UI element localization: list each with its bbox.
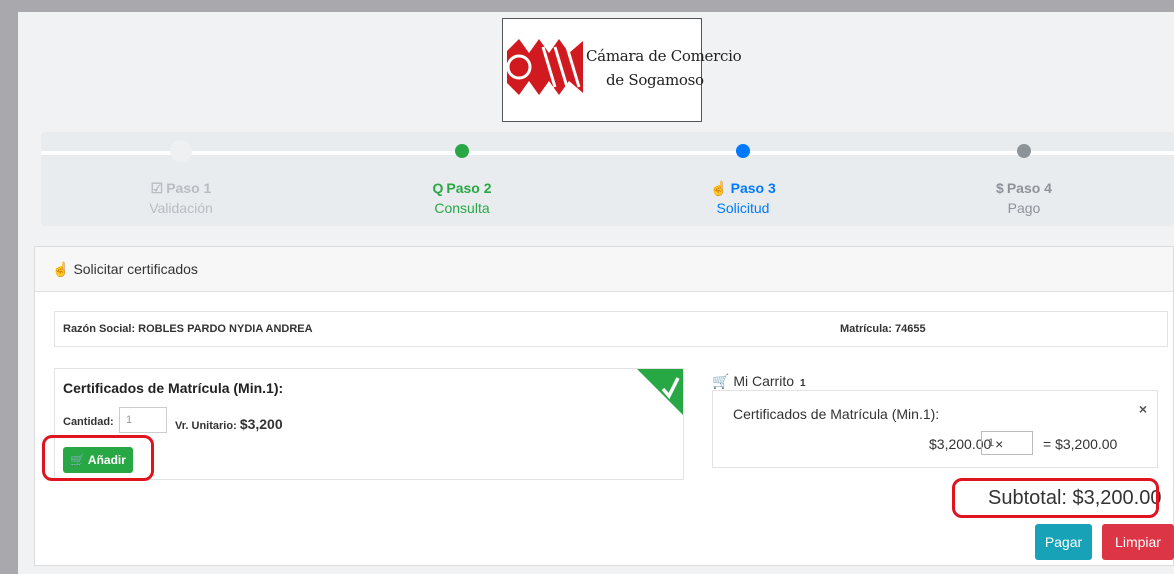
search-icon: Q xyxy=(432,180,444,196)
cart-label: Mi Carrito xyxy=(733,373,794,389)
cart-icon: 🛒 xyxy=(70,453,86,467)
quantity-label: Cantidad: xyxy=(63,416,114,428)
step-1-title: Paso 1 xyxy=(166,180,212,196)
app-window: Cámara de Comercio de Sogamoso ☑ Paso 1 V… xyxy=(18,12,1174,574)
card-title: Solicitar certificados xyxy=(73,261,198,277)
step-3-subtitle: Solicitud xyxy=(716,200,770,216)
logo-emblem-icon xyxy=(506,39,583,95)
progress-stepper: ☑ Paso 1 Validación Q Paso 2 Consulta ☝ Pas… xyxy=(41,132,1174,226)
cart-item-total: = $3,200.00 xyxy=(1043,436,1118,452)
step-3-title: Paso 3 xyxy=(730,180,776,196)
stepper-track xyxy=(41,151,1174,155)
cart-count: 1 xyxy=(800,378,806,389)
pay-button[interactable]: Pagar xyxy=(1035,524,1092,560)
logo-line-1: Cámara de Comercio xyxy=(586,47,742,65)
product-title: Certificados de Matrícula (Min.1): xyxy=(63,380,284,396)
unit-price-value: $3,200 xyxy=(239,416,283,432)
check-square-icon: ☑ xyxy=(150,180,164,196)
cart-quantity-input[interactable]: 1 xyxy=(981,431,1033,455)
quantity-input[interactable]: 1 xyxy=(119,407,167,433)
add-to-cart-button[interactable]: 🛒 Añadir xyxy=(63,447,133,473)
subtotal: Subtotal: $3,200.00 xyxy=(988,487,1162,509)
company-info: Razón Social: ROBLES PARDO NYDIA ANDREA … xyxy=(54,311,1168,347)
card-header: ☝ Solicitar certificados xyxy=(35,247,1173,292)
cart-heading: 🛒 Mi Carrito 1 xyxy=(712,373,806,390)
step-1-subtitle: Validación xyxy=(149,200,213,216)
product-panel: Certificados de Matrícula (Min.1): Canti… xyxy=(54,368,684,480)
logo-line-2: de Sogamoso xyxy=(606,71,704,89)
step-1-dot xyxy=(170,140,192,162)
hand-pointer-icon: ☝ xyxy=(52,261,70,277)
add-button-label: Añadir xyxy=(87,453,126,467)
clear-button[interactable]: Limpiar xyxy=(1102,524,1174,560)
checkmark-corner-icon xyxy=(637,369,683,415)
matricula: Matrícula: 74655 xyxy=(840,323,926,335)
step-2-dot xyxy=(455,144,469,158)
dollar-icon: $ xyxy=(996,180,1004,196)
step-2-title: Paso 2 xyxy=(446,180,492,196)
cart-icon: 🛒 xyxy=(712,373,730,389)
step-4-dot xyxy=(1017,144,1031,158)
razon-social: Razón Social: ROBLES PARDO NYDIA ANDREA xyxy=(63,323,313,335)
remove-item-button[interactable]: × xyxy=(1139,401,1147,417)
step-3-dot xyxy=(736,144,750,158)
request-card: ☝ Solicitar certificados Razón Social: RO… xyxy=(34,246,1174,566)
hand-pointer-icon: ☝ xyxy=(710,180,728,196)
step-2-subtitle: Consulta xyxy=(434,200,490,216)
chamber-logo: Cámara de Comercio de Sogamoso xyxy=(502,18,742,122)
step-4-title: Paso 4 xyxy=(1006,180,1052,196)
step-4-subtitle: Pago xyxy=(1007,200,1041,216)
cart-item: Certificados de Matrícula (Min.1): × $3,… xyxy=(712,390,1158,468)
unit-price-label: Vr. Unitario: xyxy=(175,420,237,432)
cart-item-title: Certificados de Matrícula (Min.1): xyxy=(733,406,940,422)
